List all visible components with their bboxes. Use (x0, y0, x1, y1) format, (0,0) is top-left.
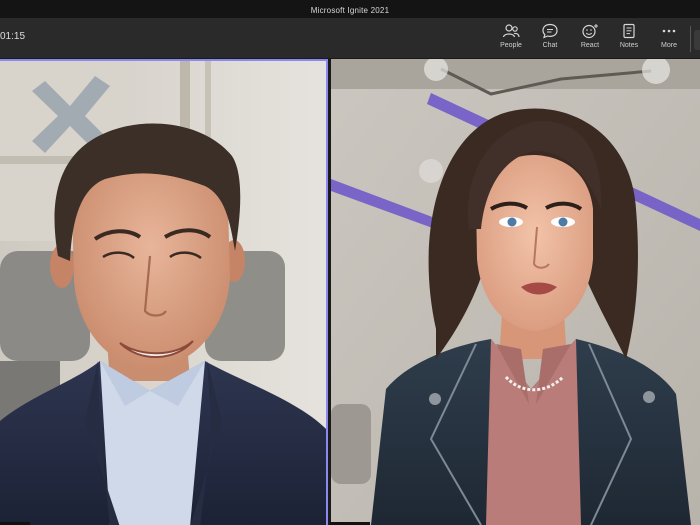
video-stage (0, 59, 700, 525)
title-bar: Microsoft Ignite 2021 (0, 0, 700, 18)
people-label: People (500, 42, 522, 49)
chat-button[interactable]: Chat (533, 23, 567, 55)
more-label: More (661, 42, 677, 49)
chat-label: Chat (542, 42, 558, 49)
camera-toggle-button[interactable] (694, 30, 700, 50)
chat-icon (542, 23, 558, 39)
window-title: Microsoft Ignite 2021 (310, 6, 390, 15)
notes-label: Notes (619, 42, 639, 49)
more-icon (662, 29, 676, 33)
video-tile-avatar[interactable] (331, 59, 700, 525)
toolbar-divider (690, 26, 691, 52)
avatar-video-frame (331, 59, 700, 525)
call-timer: 01:15 (0, 31, 26, 42)
notes-button[interactable]: Notes (612, 23, 646, 55)
react-label: React (580, 42, 600, 49)
react-button[interactable]: React (573, 23, 607, 55)
people-button[interactable]: People (494, 23, 528, 55)
notes-icon (623, 23, 635, 39)
video-tile-presenter[interactable] (0, 59, 328, 525)
presenter-video-frame (0, 61, 326, 525)
more-button[interactable]: More (652, 23, 686, 55)
meeting-toolbar: 01:15 People Chat React Notes More (0, 18, 700, 59)
people-icon (502, 24, 520, 38)
react-icon (582, 24, 598, 39)
